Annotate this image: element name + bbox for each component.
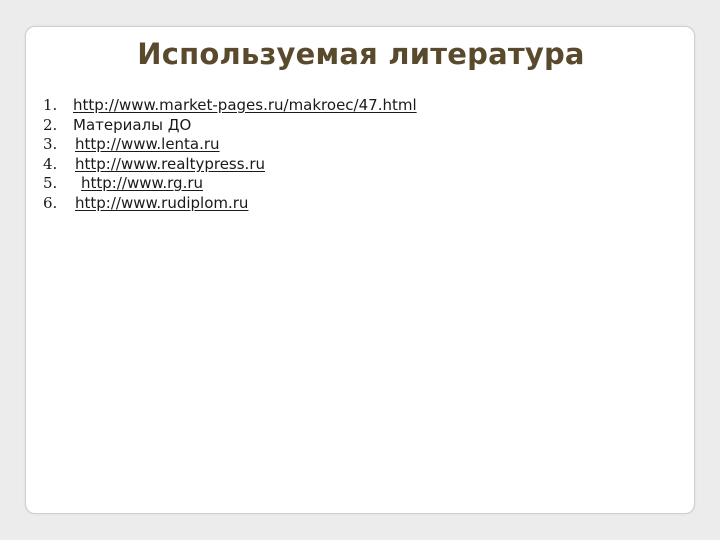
list-item-number: 2. (43, 115, 58, 134)
list-item: 2. Материалы ДО (43, 116, 417, 136)
list-item: 5. http://www.rg.ru (43, 174, 417, 194)
reference-link[interactable]: http://www.rudiplom.ru (73, 194, 248, 214)
list-item-number: 6. (43, 193, 58, 212)
reference-text: Материалы ДО (73, 115, 192, 134)
list-item: 3. http://www.lenta.ru (43, 135, 417, 155)
list-item-number: 5. (43, 174, 58, 192)
reference-link[interactable]: http://www.rg.ru (73, 174, 203, 194)
slide-panel: Используемая литература 1. http://www.ma… (25, 26, 695, 514)
reference-link[interactable]: http://www.lenta.ru (73, 135, 220, 155)
list-item-number: 1. (43, 96, 58, 114)
list-item: 4. http://www.realtypress.ru (43, 155, 417, 175)
list-item: 6. http://www.rudiplom.ru (43, 194, 417, 214)
reference-link[interactable]: http://www.market-pages.ru/makroec/47.ht… (73, 96, 417, 116)
list-item-number: 4. (43, 154, 58, 173)
list-item-number: 3. (43, 135, 58, 153)
reference-link[interactable]: http://www.realtypress.ru (73, 155, 265, 175)
slide-title: Используемая литература (137, 37, 585, 71)
list-item: 1. http://www.market-pages.ru/makroec/47… (43, 96, 417, 116)
reference-list: 1. http://www.market-pages.ru/makroec/47… (43, 96, 417, 213)
